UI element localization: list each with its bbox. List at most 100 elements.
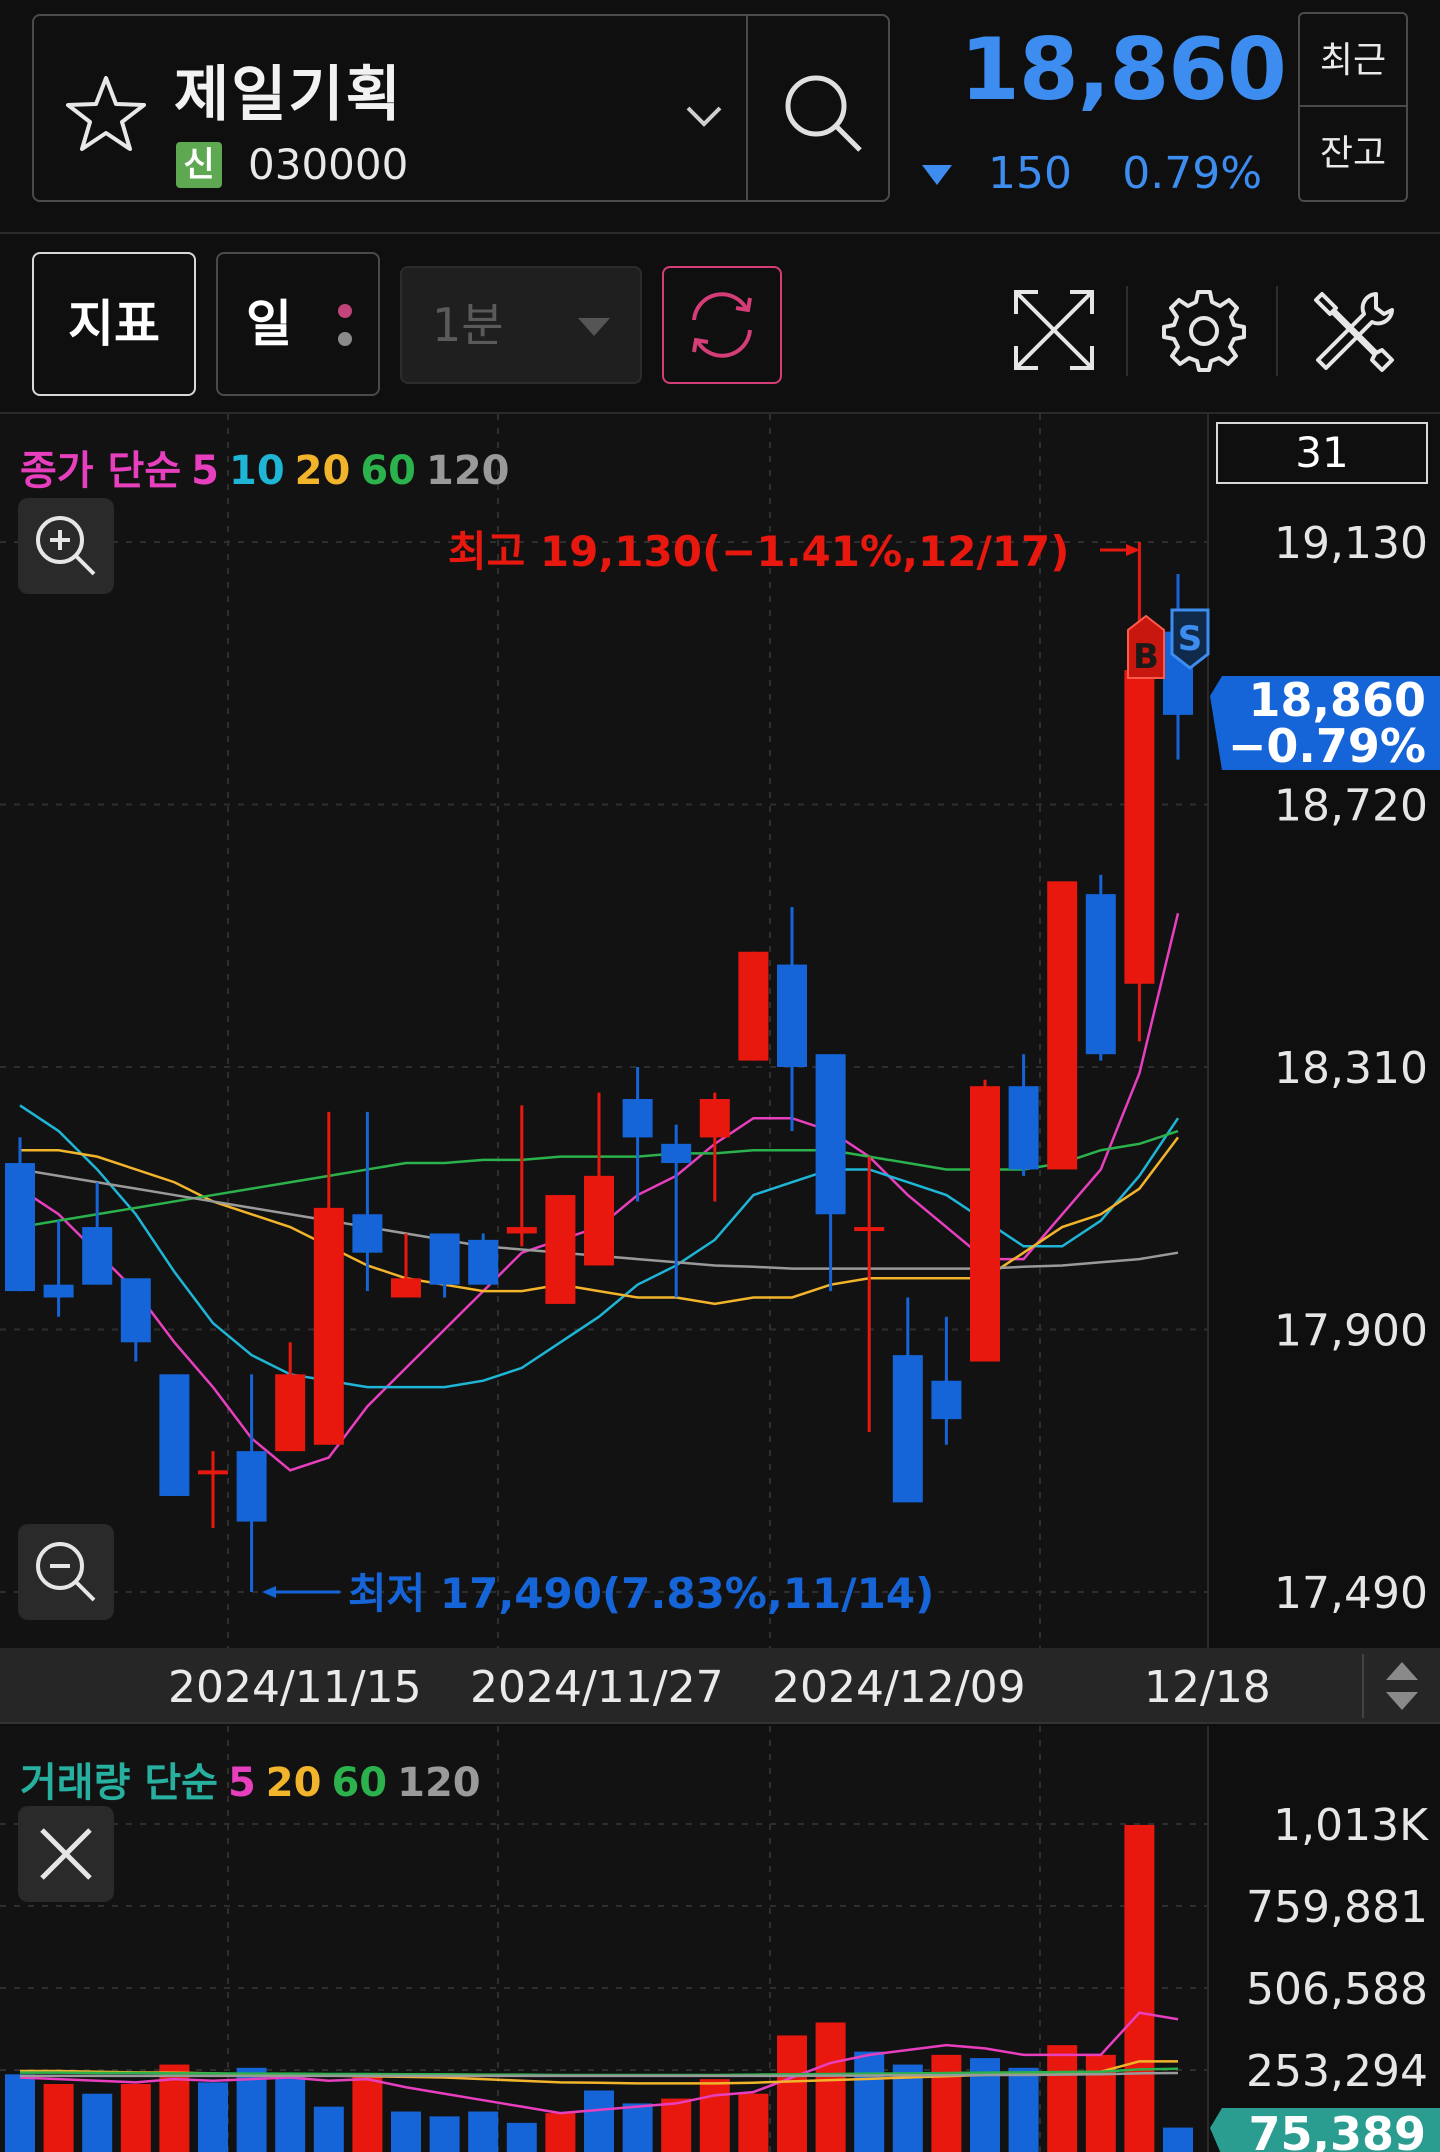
low-annotation: 최저 17,490(7.83%,11/14) — [348, 1569, 934, 1618]
candle-body — [236, 1451, 267, 1522]
stock-code: 030000 — [248, 140, 409, 189]
recent-button[interactable]: 최근 — [1300, 14, 1406, 107]
x-axis-label: 2024/11/15 — [168, 1662, 422, 1713]
volume-bar — [661, 2098, 692, 2152]
tools-icon[interactable] — [1302, 280, 1402, 380]
up-down-arrows-icon[interactable] — [1380, 1658, 1424, 1714]
volume-bar — [931, 2054, 962, 2152]
fullscreen-expand-icon[interactable] — [1004, 280, 1104, 380]
volume-bar — [1163, 2127, 1193, 2152]
interval-dropdown[interactable]: 1분 — [400, 266, 642, 384]
stock-selector[interactable]: 제일기획 신 030000 — [32, 14, 890, 202]
candle-body — [313, 1207, 344, 1445]
gear-icon[interactable] — [1154, 280, 1254, 380]
candle-body — [506, 1227, 537, 1234]
stock-name[interactable]: 제일기획 — [174, 46, 403, 133]
price-legend[interactable]: 종가 단순 5 10 20 60 120 — [20, 438, 520, 496]
chart-toolbar: 지표 일 1분 — [0, 236, 1440, 414]
volume-bar — [5, 2074, 35, 2152]
volume-bar — [1124, 1824, 1155, 2152]
refresh-button[interactable] — [662, 266, 782, 384]
divider — [1126, 286, 1128, 376]
volume-bar — [352, 2074, 383, 2152]
candle-body — [854, 1227, 885, 1232]
candle-body — [352, 1214, 383, 1253]
legend-ma-60: 60 — [360, 448, 416, 494]
legend-ma-5: 5 — [227, 1760, 256, 1806]
volume-bar — [43, 2084, 74, 2152]
candle-body — [970, 1086, 1000, 1362]
volume-bar — [815, 2022, 846, 2152]
y-axis-tick: 19,130 — [1274, 518, 1428, 569]
candle-body — [1008, 1086, 1039, 1170]
legend-ma-120: 120 — [397, 1760, 481, 1806]
volume-bar — [1047, 2045, 1078, 2152]
x-axis-label: 2024/12/09 — [772, 1662, 1026, 1713]
down-triangle-icon — [922, 165, 952, 185]
legend-ma-20: 20 — [294, 448, 351, 494]
volume-chart[interactable]: 1,013K 759,881 506,588 253,294 75,389 거래량 단… — [0, 1726, 1440, 2152]
legend-ma-10: 10 — [228, 448, 285, 494]
period-button[interactable]: 일 — [216, 252, 380, 396]
volume-bar — [429, 2116, 460, 2152]
chevron-down-icon[interactable] — [674, 86, 734, 146]
candle-body — [699, 1099, 730, 1138]
candle-body — [5, 1163, 35, 1292]
candle-body — [815, 1054, 846, 1215]
volume-bar — [699, 2079, 730, 2152]
price-change-percent: 0.79% — [1122, 148, 1262, 199]
caret-down-icon — [578, 318, 610, 336]
volume-bar — [120, 2084, 151, 2152]
candle-body — [198, 1470, 228, 1475]
more-dot-icon — [338, 332, 352, 346]
zoom-out-icon[interactable] — [18, 1524, 114, 1620]
candle-body — [82, 1227, 113, 1285]
volume-bar — [622, 2103, 653, 2152]
volume-bar — [854, 2051, 885, 2152]
candle-body — [1085, 894, 1116, 1055]
legend-title: 거래량 단순 — [20, 1760, 218, 1806]
high-annotation: 최고 19,130(−1.41%,12/17) — [448, 527, 1069, 576]
stock-header: 제일기획 신 030000 18,860 150 0.79% 최근 잔고 — [0, 0, 1440, 234]
zoom-in-icon[interactable] — [18, 498, 114, 594]
price-change-amount: 150 — [988, 148, 1072, 199]
search-icon[interactable] — [772, 62, 876, 166]
svg-text:−0.79%: −0.79% — [1228, 719, 1426, 773]
candle-body — [545, 1195, 576, 1304]
close-icon[interactable] — [18, 1806, 114, 1902]
visible-days-count[interactable]: 31 — [1216, 422, 1428, 484]
volume-bar — [545, 2113, 576, 2152]
candle-body — [1047, 881, 1078, 1170]
x-axis-label: 2024/11/27 — [470, 1662, 724, 1713]
indicator-button[interactable]: 지표 — [32, 252, 196, 396]
volume-bar — [738, 2093, 769, 2152]
volume-bar — [391, 2111, 421, 2152]
favorite-star-icon[interactable] — [64, 72, 148, 156]
candle-body — [738, 951, 769, 1061]
x-axis-label: 12/18 — [1144, 1662, 1271, 1713]
legend-ma-60: 60 — [331, 1760, 388, 1806]
candle-body — [275, 1374, 306, 1452]
candle-body — [1124, 670, 1155, 984]
side-button-group: 최근 잔고 — [1298, 12, 1408, 202]
balance-button[interactable]: 잔고 — [1300, 107, 1406, 200]
divider — [746, 16, 748, 200]
candle-body — [584, 1175, 614, 1266]
volume-legend[interactable]: 거래량 단순 5 20 60 120 — [20, 1750, 491, 1808]
price-chart-canvas[interactable]: 19,130 18,720 18,310 17,900 17,490 최고 19,130… — [0, 414, 1440, 1648]
volume-bar — [82, 2093, 113, 2152]
volume-bar — [1008, 2067, 1039, 2152]
volume-bar — [777, 2035, 807, 2152]
y-axis-panel — [1208, 414, 1440, 1648]
y-axis-tick: 759,881 — [1246, 1882, 1428, 1933]
interval-label: 1분 — [432, 298, 504, 352]
y-axis-tick: 253,294 — [1246, 2046, 1428, 2097]
sell-marker[interactable]: S — [1170, 608, 1210, 670]
period-label: 일 — [246, 295, 292, 353]
date-axis[interactable]: 2024/11/15 2024/11/27 2024/12/09 12/18 — [0, 1648, 1440, 1724]
refresh-icon — [692, 292, 752, 358]
y-axis-tick: 17,490 — [1274, 1568, 1428, 1619]
candle-body — [120, 1278, 151, 1343]
price-chart[interactable]: 19,130 18,720 18,310 17,900 17,490 최고 19,130… — [0, 414, 1440, 1648]
credit-badge: 신 — [176, 142, 222, 188]
